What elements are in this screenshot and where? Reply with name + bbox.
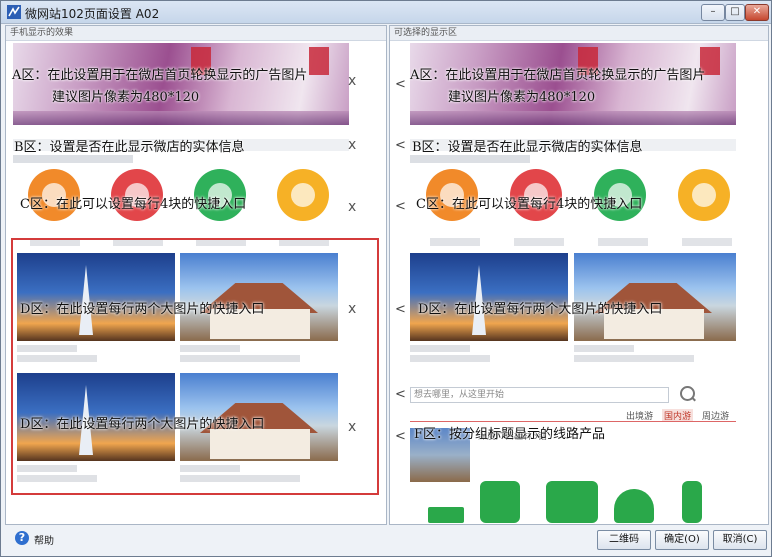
zone-a-banner-option[interactable] [410,43,736,125]
store-info-line [13,155,133,163]
photo-caption [180,355,300,362]
zone-d-photo-tower[interactable] [410,253,568,341]
zone-d-label: D区：在此设置每行两个大图片的快捷入口 [20,302,265,317]
available-zones-panel: 可选择的显示区 < A区：在此设置用于在微店首页轮换显示的广告图片 建议图片像素… [389,25,769,525]
elephant-icon [546,481,598,523]
window-title: 微网站102页面设置 A02 [25,7,160,21]
shortcut-ship-icon[interactable] [277,169,329,221]
tab-underline [410,421,736,422]
zone-a-hint: 建议图片像素为480*120 [52,90,200,105]
ok-button[interactable]: 确定(O) [655,530,709,550]
remove-zone-d-button[interactable]: x [348,301,356,317]
photo-caption [574,355,694,362]
photo-caption [17,465,77,472]
maximize-button[interactable]: □ [725,4,745,21]
photo-caption [180,345,240,352]
zone-d-option-label: D区：在此设置每行两个大图片的快捷入口 [418,302,663,317]
photo-caption [17,345,77,352]
close-button[interactable]: ✕ [745,4,769,21]
banner-shade [13,111,349,125]
hot-badge-icon [428,507,464,523]
add-search-zone-button[interactable]: < [395,387,406,402]
zone-c-label: C区：在此可以设置每行4块的快捷入口 [20,197,247,212]
available-zones-header: 可选择的显示区 [390,26,768,41]
add-zone-c-button[interactable]: < [395,199,406,214]
dialog-footer: ? 帮助 二维码 确定(O) 取消(C) [1,526,771,556]
zone-a-banner[interactable] [13,43,349,125]
remove-zone-b-button[interactable]: x [348,137,356,153]
shortcut-ship-icon[interactable] [678,169,730,221]
zone-d-photo-tower[interactable] [17,253,175,341]
add-zone-d-button[interactable]: < [395,302,406,317]
remove-zone-c-button[interactable]: x [348,199,356,215]
shortcut-caption [682,238,732,246]
photo-caption [180,465,240,472]
remove-zone-d2-button[interactable]: x [348,419,356,435]
help-link[interactable]: 帮助 [34,532,54,547]
zone-b-option-label: B区：设置是否在此显示微店的实体信息 [412,140,643,155]
zone-d-label-2: D区：在此设置每行两个大图片的快捷入口 [20,417,265,432]
shortcut-caption [514,238,564,246]
fan-icon [614,489,654,523]
zone-f-option-label: F区：按分组标题显示的线路产品 [414,427,606,442]
title-bar: 微网站102页面设置 A02 – □ ✕ [1,1,771,24]
store-info-line [410,155,530,163]
zone-c-option-label: C区：在此可以设置每行4块的快捷入口 [416,197,643,212]
zone-a-label: A区：在此设置用于在微店首页轮换显示的广告图片 [12,68,308,83]
photo-caption [17,475,97,482]
photo-caption [180,475,300,482]
minimize-button[interactable]: – [701,4,725,21]
zone-a-option-label: A区：在此设置用于在微店首页轮换显示的广告图片 [410,68,706,83]
statue-icon [682,481,702,523]
remove-zone-a-button[interactable]: x [348,73,356,89]
zone-a-option-hint: 建议图片像素为480*120 [448,90,596,105]
search-icon[interactable] [680,386,695,401]
zone-d-photo-house[interactable] [180,253,338,341]
photo-caption [410,355,490,362]
zone-b-label: B区：设置是否在此显示微店的实体信息 [14,140,245,155]
add-zone-f-button[interactable]: < [395,429,406,444]
photo-caption [17,355,97,362]
dialog-window: 微网站102页面设置 A02 – □ ✕ 手机显示的效果 A区：在此设置用于在微… [0,0,772,557]
flower-icon [480,481,520,523]
search-input[interactable]: 想去哪里，从这里开始 [410,387,669,403]
help-icon[interactable]: ? [15,531,29,545]
phone-preview-header: 手机显示的效果 [6,26,386,41]
available-zones-content: < A区：在此设置用于在微店首页轮换显示的广告图片 建议图片像素为480*120… [390,41,768,524]
zone-d-photo-house[interactable] [574,253,736,341]
cancel-button[interactable]: 取消(C) [713,530,767,550]
shortcut-caption [430,238,480,246]
shortcut-caption [598,238,648,246]
banner-tag [309,47,329,75]
phone-preview-panel: 手机显示的效果 A区：在此设置用于在微店首页轮换显示的广告图片 建议图片像素为4… [5,25,387,525]
phone-preview-content: A区：在此设置用于在微店首页轮换显示的广告图片 建议图片像素为480*120 x… [6,41,386,524]
photo-caption [410,345,470,352]
photo-caption [574,345,634,352]
qrcode-button[interactable]: 二维码 [597,530,651,550]
add-zone-a-button[interactable]: < [395,77,406,92]
add-zone-b-button[interactable]: < [395,138,406,153]
app-icon [7,5,21,19]
